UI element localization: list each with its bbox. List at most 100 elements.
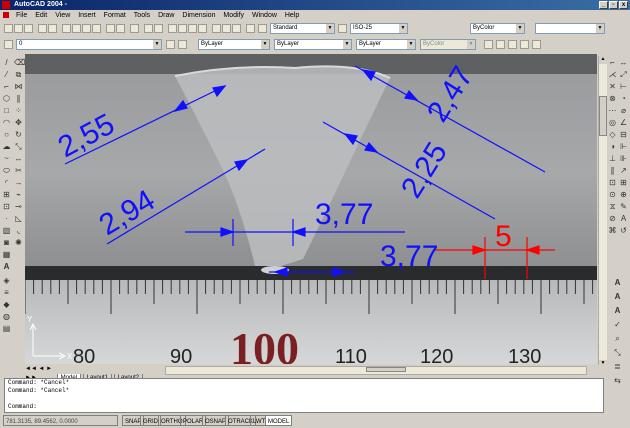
scroll-thumb[interactable]	[599, 96, 607, 136]
snap-insert-icon[interactable]: ⊡	[608, 178, 617, 187]
extend-icon[interactable]: →	[14, 178, 23, 187]
dim-continue-icon[interactable]: ⊪	[619, 154, 628, 163]
text-tool-icon-3[interactable]: A	[613, 306, 622, 315]
find-replace-icon[interactable]: ⌕	[613, 334, 622, 343]
redo-icon[interactable]	[116, 24, 125, 33]
snap-parallel-icon[interactable]: ∥	[608, 166, 617, 175]
ellipse-icon[interactable]: ⬭	[2, 166, 11, 175]
text-scale-icon[interactable]: ⤡	[613, 348, 622, 357]
dim-linear-icon[interactable]: ↔	[619, 58, 628, 67]
linetype-select[interactable]: ByLayer ▼	[274, 39, 352, 50]
vertical-scrollbar[interactable]: ▲ ▼	[598, 56, 607, 368]
open-icon[interactable]	[14, 24, 23, 33]
zoom-previous-icon[interactable]	[198, 24, 207, 33]
join-icon[interactable]: ⊸	[14, 202, 23, 211]
rectangle-icon[interactable]: □	[2, 106, 11, 115]
menu-modify[interactable]: Modify	[220, 10, 247, 21]
chamfer-icon[interactable]: ◺	[14, 214, 23, 223]
menu-insert[interactable]: Insert	[75, 10, 99, 21]
zoom-window-icon[interactable]	[188, 24, 197, 33]
menu-view[interactable]: View	[52, 10, 73, 21]
text-tool-icon-1[interactable]: A	[613, 278, 622, 287]
ellipse-arc-icon[interactable]: ◜	[2, 178, 11, 187]
justify-text-icon[interactable]: ≣	[613, 362, 622, 371]
properties-icon[interactable]: ≡	[2, 288, 11, 297]
array-icon[interactable]: ⁘	[14, 106, 23, 115]
copy-object-icon[interactable]: ⧉	[14, 70, 23, 79]
layer-select[interactable]: 0 ▼	[16, 39, 162, 50]
snap-tangent-icon[interactable]: ◑	[608, 142, 617, 151]
text-style-select[interactable]: Standard ▼	[270, 23, 335, 34]
snap-intersection-icon[interactable]: ✕	[608, 82, 617, 91]
dim-update-icon[interactable]: ↺	[619, 226, 628, 235]
dim-edit-icon[interactable]: ✎	[619, 202, 628, 211]
hscroll-thumb[interactable]	[366, 367, 406, 372]
color-select[interactable]: ByLayer ▼	[198, 39, 270, 50]
make-block-icon[interactable]: ⊡	[2, 202, 11, 211]
help-icon[interactable]	[246, 24, 255, 33]
menu-format[interactable]: Format	[101, 10, 129, 21]
multiline-text-icon[interactable]: A	[2, 262, 11, 271]
command-prompt[interactable]: Command:	[8, 403, 603, 411]
snap-none-icon[interactable]: ⊘	[608, 214, 617, 223]
dim-style-icon[interactable]	[338, 24, 347, 33]
blank-select[interactable]: ▼	[535, 23, 605, 34]
zoom-realtime-icon[interactable]	[178, 24, 187, 33]
menu-help[interactable]: Help	[282, 10, 302, 21]
menu-window[interactable]: Window	[249, 10, 280, 21]
match-properties-icon[interactable]	[92, 24, 101, 33]
revision-cloud-icon[interactable]: ☁	[2, 142, 11, 151]
center-mark-icon[interactable]: ⊕	[619, 190, 628, 199]
polygon-icon[interactable]: ⬡	[2, 94, 11, 103]
spell-check-icon[interactable]: ✓	[613, 320, 622, 329]
scroll-up-icon[interactable]: ▲	[599, 56, 607, 64]
scale-icon[interactable]: ⤡	[14, 142, 23, 151]
pan-icon[interactable]	[168, 24, 177, 33]
tolerance-icon[interactable]: ⊞	[619, 178, 628, 187]
hatch-icon[interactable]: ▨	[2, 226, 11, 235]
make-current-icon[interactable]	[166, 40, 175, 49]
break-icon[interactable]: ⌁	[14, 190, 23, 199]
dim-diameter-icon[interactable]: ⌀	[619, 106, 628, 115]
construction-line-icon[interactable]: ⁄	[2, 70, 11, 79]
erase-icon[interactable]: ⌫	[14, 58, 25, 67]
design-center-icon[interactable]	[222, 24, 231, 33]
ucs-icon[interactable]	[154, 24, 163, 33]
snap-nearest-icon[interactable]: ⧖	[608, 202, 617, 211]
paste-icon[interactable]	[82, 24, 91, 33]
region-icon[interactable]: ◙	[2, 238, 11, 247]
dim-baseline-icon[interactable]: ⊩	[619, 142, 628, 151]
osnap-settings-icon[interactable]: ⌘	[608, 226, 617, 235]
table-icon[interactable]: ▦	[2, 250, 11, 259]
snap-apparent-icon[interactable]: ⊗	[608, 94, 617, 103]
layer-previous-icon[interactable]	[178, 40, 187, 49]
menu-dimension[interactable]: Dimension	[179, 10, 218, 21]
explode-icon[interactable]: ✺	[14, 238, 23, 247]
paint-icon[interactable]: ◆	[2, 300, 11, 309]
line-icon[interactable]: /	[2, 58, 11, 67]
snap-node-icon[interactable]: ⊙	[608, 190, 617, 199]
measure-icon[interactable]: ◍	[2, 312, 11, 321]
dim-ordinate-icon[interactable]: ⊢	[619, 82, 628, 91]
snap-center-icon[interactable]: ◎	[608, 118, 617, 127]
autocad-app-icon[interactable]	[2, 1, 10, 9]
document-icon[interactable]	[3, 12, 9, 19]
snap-endpoint-icon[interactable]: ⌐	[608, 58, 617, 67]
print-icon[interactable]	[38, 24, 47, 33]
plotstyle-select[interactable]: ByColor ▼	[420, 39, 476, 50]
copy-icon[interactable]	[72, 24, 81, 33]
dim-text-edit-icon[interactable]: A	[619, 214, 628, 223]
point-icon[interactable]: ·	[2, 214, 11, 223]
list-icon[interactable]: ▤	[2, 324, 11, 333]
menu-tools[interactable]: Tools	[131, 10, 153, 21]
properties-icon[interactable]	[212, 24, 221, 33]
convert-distance-icon[interactable]: ⇆	[613, 376, 622, 385]
mirror-icon[interactable]: ⋈	[14, 82, 23, 91]
text-style-icon[interactable]	[258, 24, 267, 33]
zoom-all-icon[interactable]	[520, 40, 529, 49]
insert-block-icon[interactable]: ⊞	[2, 190, 11, 199]
polyline-icon[interactable]: ⌐	[2, 82, 11, 91]
lineweight-select[interactable]: ByLayer ▼	[356, 39, 416, 50]
osnap-icon[interactable]	[144, 24, 153, 33]
menu-edit[interactable]: Edit	[32, 10, 50, 21]
